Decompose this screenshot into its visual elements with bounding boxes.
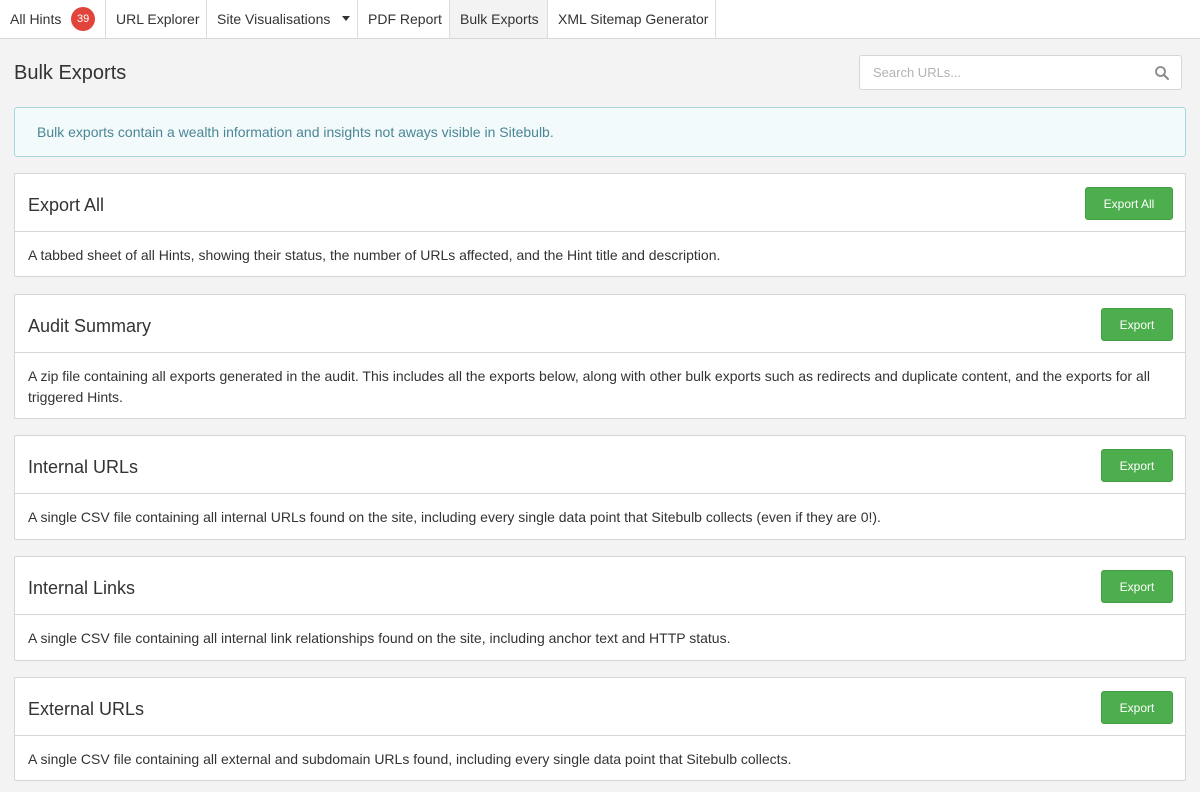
chevron-down-icon: [342, 15, 351, 21]
tab-label: Bulk Exports: [460, 11, 539, 27]
export-internal-urls-button[interactable]: Export: [1101, 449, 1173, 482]
tab-label: PDF Report: [368, 11, 442, 27]
export-card-export-all: Export All Export All A tabbed sheet of …: [14, 173, 1186, 277]
search-icon[interactable]: [1154, 65, 1170, 81]
card-description: A single CSV file containing all interna…: [28, 509, 881, 525]
card-title: Internal URLs: [28, 457, 139, 477]
tab-label: All Hints: [10, 11, 62, 27]
hints-count-badge: 39: [71, 7, 95, 31]
export-card-audit-summary: Audit Summary Export A zip file containi…: [14, 294, 1186, 419]
export-internal-links-button[interactable]: Export: [1101, 570, 1173, 603]
card-header: External URLs Export: [15, 678, 1185, 736]
card-header: Audit Summary Export: [15, 295, 1185, 353]
card-description: A tabbed sheet of all Hints, showing the…: [28, 247, 721, 263]
export-card-external-urls: External URLs Export A single CSV file c…: [14, 677, 1186, 781]
info-alert: Bulk exports contain a wealth informatio…: [14, 107, 1186, 157]
info-alert-text: Bulk exports contain a wealth informatio…: [37, 124, 554, 140]
page-title: Bulk Exports: [14, 62, 127, 84]
export-external-urls-button[interactable]: Export: [1101, 691, 1173, 724]
tab-label: XML Sitemap Generator: [558, 11, 709, 27]
card-header: Export All Export All: [15, 174, 1185, 232]
tab-pdf-report[interactable]: PDF Report: [358, 0, 450, 38]
export-all-button[interactable]: Export All: [1085, 187, 1173, 220]
card-description: A single CSV file containing all externa…: [28, 751, 792, 767]
card-title: Internal Links: [28, 578, 136, 598]
export-card-internal-links: Internal Links Export A single CSV file …: [14, 556, 1186, 661]
tab-all-hints[interactable]: All Hints 39: [0, 0, 106, 38]
tab-label: URL Explorer: [116, 11, 200, 27]
card-description: A single CSV file containing all interna…: [28, 630, 731, 646]
export-audit-summary-button[interactable]: Export: [1101, 308, 1173, 341]
card-description: A zip file containing all exports genera…: [28, 368, 1150, 405]
card-title: External URLs: [28, 699, 145, 719]
card-title: Export All: [28, 195, 105, 215]
search-box[interactable]: [859, 55, 1182, 90]
tab-xml-sitemap-generator[interactable]: XML Sitemap Generator: [548, 0, 716, 38]
tab-bulk-exports[interactable]: Bulk Exports: [450, 0, 548, 38]
search-input[interactable]: [860, 56, 1154, 89]
tab-label: Site Visualisations: [217, 11, 331, 27]
tab-url-explorer[interactable]: URL Explorer: [106, 0, 207, 38]
card-header: Internal URLs Export: [15, 436, 1185, 494]
top-nav: All Hints 39 URL Explorer Site Visualisa…: [0, 0, 1200, 39]
card-title: Audit Summary: [28, 316, 152, 336]
export-card-internal-urls: Internal URLs Export A single CSV file c…: [14, 435, 1186, 540]
tab-site-visualisations[interactable]: Site Visualisations: [207, 0, 358, 38]
card-header: Internal Links Export: [15, 557, 1185, 615]
